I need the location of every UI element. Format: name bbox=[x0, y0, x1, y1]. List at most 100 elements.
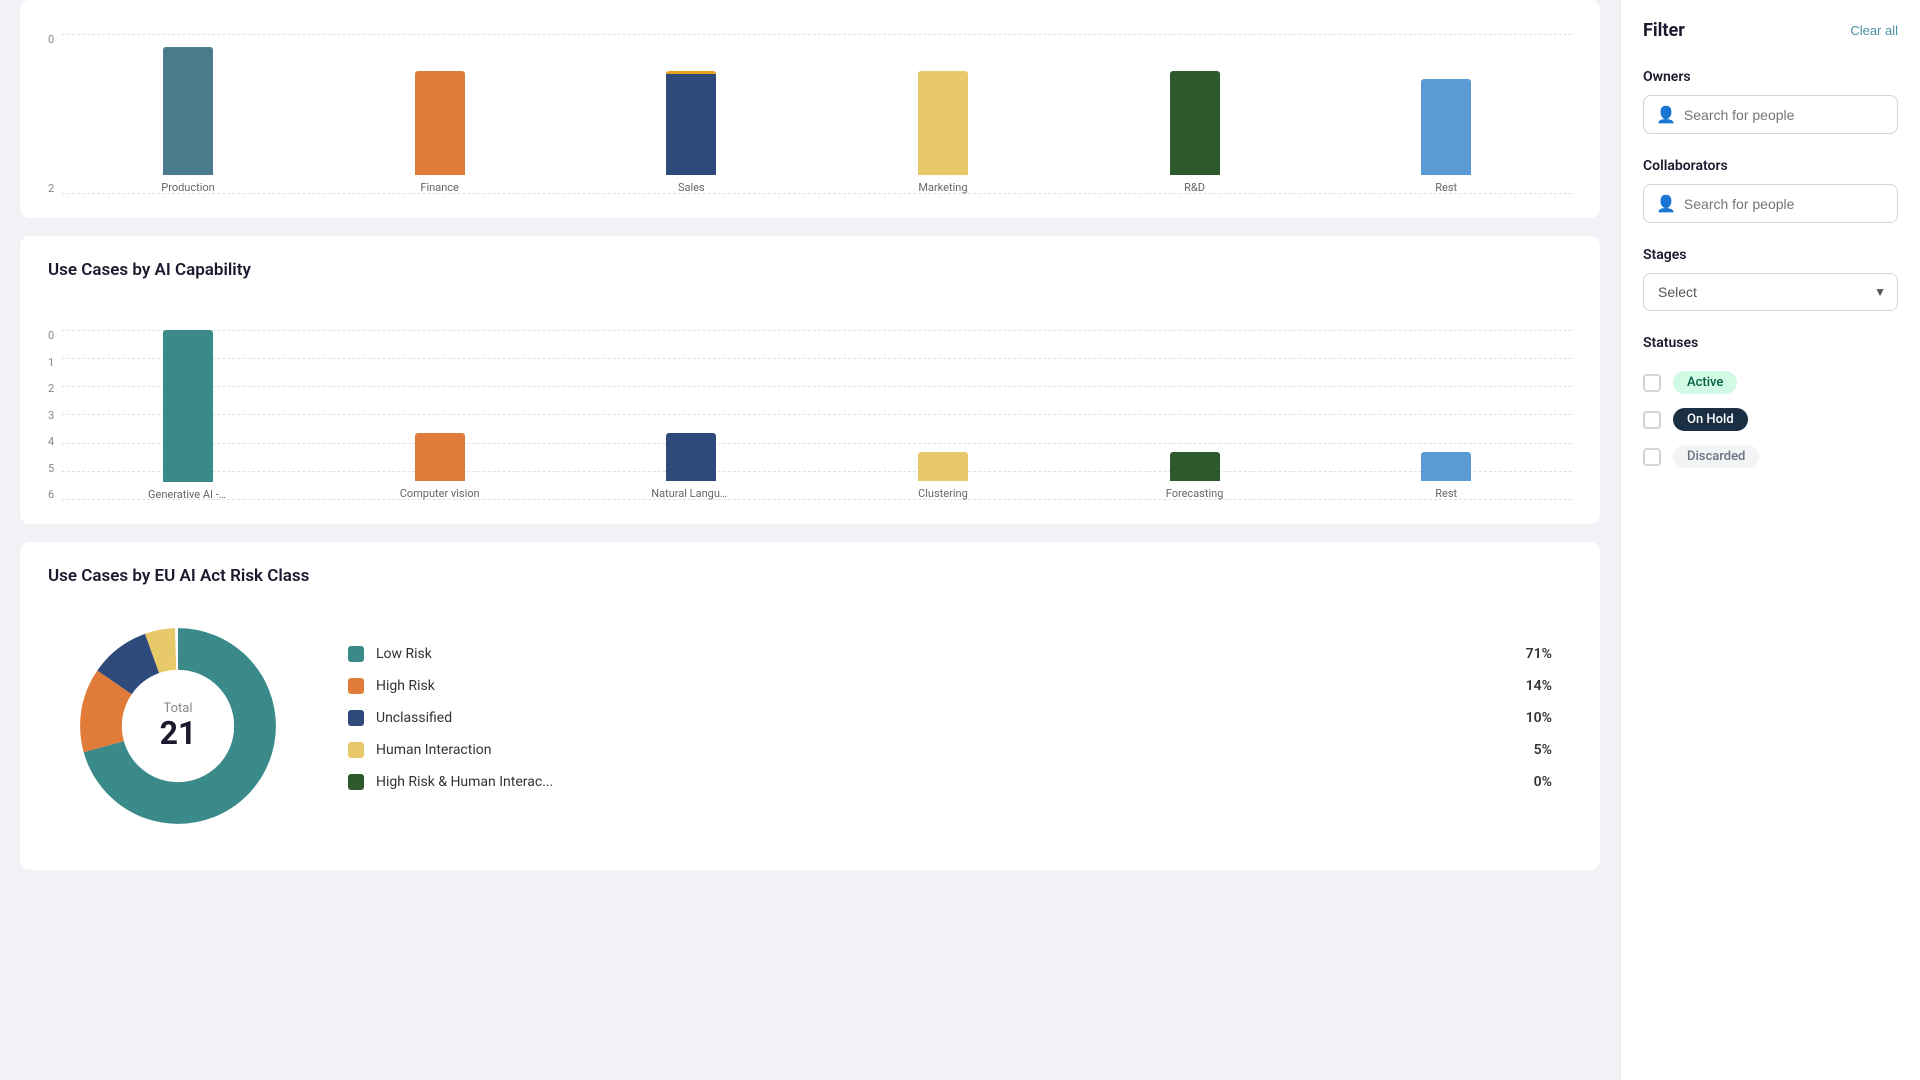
bar-group: Natural Language... bbox=[565, 330, 817, 500]
legend-pct: 10% bbox=[1516, 710, 1552, 726]
bar-group: Finance bbox=[314, 34, 566, 194]
bar-label: Sales bbox=[678, 181, 705, 194]
bar-group: Forecasting bbox=[1069, 330, 1321, 500]
y-label: 2 bbox=[48, 383, 54, 394]
bar-label: R&D bbox=[1184, 181, 1205, 194]
legend-dot-highrisk-human bbox=[348, 774, 364, 790]
department-y-axis: 2 0 bbox=[48, 34, 54, 194]
discarded-badge[interactable]: Discarded bbox=[1673, 445, 1759, 468]
active-badge[interactable]: Active bbox=[1673, 371, 1737, 394]
owners-search-input[interactable] bbox=[1684, 107, 1885, 123]
capability-bar-plot: Generative AI - T... Computer vision Nat… bbox=[62, 330, 1572, 500]
risk-chart-title: Use Cases by EU AI Act Risk Class bbox=[48, 566, 1572, 586]
risk-chart-card: Use Cases by EU AI Act Risk Class Total … bbox=[20, 542, 1600, 870]
y-label: 3 bbox=[48, 410, 54, 421]
legend-dot-highrisk bbox=[348, 678, 364, 694]
filter-header: Filter Clear all bbox=[1643, 20, 1898, 41]
status-item-onhold: On Hold bbox=[1643, 408, 1898, 431]
bar-group: Generative AI - T... bbox=[62, 330, 314, 500]
bar-nlp bbox=[666, 433, 716, 481]
y-label: 1 bbox=[48, 357, 54, 368]
bar-rest bbox=[1421, 79, 1471, 175]
bar-group: Rest bbox=[1320, 34, 1572, 194]
y-label: 0 bbox=[48, 34, 54, 45]
legend-name: Human Interaction bbox=[376, 742, 1504, 758]
stages-select[interactable]: Select Stage 1 Stage 2 bbox=[1643, 273, 1898, 311]
bar-label: Forecasting bbox=[1166, 487, 1224, 500]
bar-group: Marketing bbox=[817, 34, 1069, 194]
bar-production bbox=[163, 47, 213, 175]
risk-legend: Low Risk 71% High Risk 14% Unclassified … bbox=[348, 646, 1552, 806]
discarded-checkbox[interactable] bbox=[1643, 448, 1661, 466]
stages-select-wrapper: Select Stage 1 Stage 2 ▼ bbox=[1643, 273, 1898, 311]
bar-group: Computer vision bbox=[314, 330, 566, 500]
filter-panel: Filter Clear all Owners 👤 Collaborators … bbox=[1620, 0, 1920, 1080]
bar-sales bbox=[666, 71, 716, 175]
main-content: 2 0 Production Finance Sales bbox=[0, 0, 1620, 1080]
status-item-active: Active bbox=[1643, 371, 1898, 394]
bar-cv bbox=[415, 433, 465, 481]
department-chart-card: 2 0 Production Finance Sales bbox=[20, 0, 1600, 218]
legend-name: Low Risk bbox=[376, 646, 1504, 662]
owners-search-wrapper[interactable]: 👤 bbox=[1643, 95, 1898, 134]
bar-group: Clustering bbox=[817, 330, 1069, 500]
legend-row: High Risk 14% bbox=[348, 678, 1552, 694]
legend-row: Human Interaction 5% bbox=[348, 742, 1552, 758]
capability-chart-title: Use Cases by AI Capability bbox=[48, 260, 1572, 280]
person-icon: 👤 bbox=[1656, 105, 1676, 124]
bar-forecasting bbox=[1170, 452, 1220, 481]
onhold-checkbox[interactable] bbox=[1643, 411, 1661, 429]
onhold-badge[interactable]: On Hold bbox=[1673, 408, 1748, 431]
donut-total-number: 21 bbox=[160, 714, 197, 752]
person-icon: 👤 bbox=[1656, 194, 1676, 213]
y-label: 6 bbox=[48, 489, 54, 500]
bar-label: Marketing bbox=[918, 181, 967, 194]
bar-genai bbox=[163, 330, 213, 482]
legend-dot-unclassified bbox=[348, 710, 364, 726]
donut-section: Total 21 Low Risk 71% High Risk 14% Unc bbox=[48, 606, 1572, 846]
stages-label: Stages bbox=[1643, 247, 1898, 263]
legend-row: Low Risk 71% bbox=[348, 646, 1552, 662]
bar-label: Rest bbox=[1435, 487, 1457, 500]
y-label: 5 bbox=[48, 463, 54, 474]
y-label: 0 bbox=[48, 330, 54, 341]
legend-dot-lowrisk bbox=[348, 646, 364, 662]
legend-name: High Risk bbox=[376, 678, 1504, 694]
capability-bar-chart: 6 5 4 3 2 1 0 bbox=[48, 300, 1572, 500]
y-label: 2 bbox=[48, 183, 54, 194]
legend-pct: 14% bbox=[1516, 678, 1552, 694]
bar-group: Rest bbox=[1320, 330, 1572, 500]
owners-label: Owners bbox=[1643, 69, 1898, 85]
bar-label: Clustering bbox=[918, 487, 968, 500]
donut-chart: Total 21 bbox=[68, 616, 288, 836]
legend-row: Unclassified 10% bbox=[348, 710, 1552, 726]
legend-pct: 0% bbox=[1516, 774, 1552, 790]
department-bar-chart: 2 0 Production Finance Sales bbox=[48, 14, 1572, 194]
bar-group: R&D bbox=[1069, 34, 1321, 194]
legend-dot-human bbox=[348, 742, 364, 758]
legend-name: High Risk & Human Interac... bbox=[376, 774, 1504, 790]
filter-title: Filter bbox=[1643, 20, 1685, 41]
active-checkbox[interactable] bbox=[1643, 374, 1661, 392]
bar-finance bbox=[415, 71, 465, 175]
collaborators-search-input[interactable] bbox=[1684, 196, 1885, 212]
bar-clustering bbox=[918, 452, 968, 481]
legend-row: High Risk & Human Interac... 0% bbox=[348, 774, 1552, 790]
bar-rd bbox=[1170, 71, 1220, 175]
y-label: 4 bbox=[48, 436, 54, 447]
clear-all-button[interactable]: Clear all bbox=[1850, 23, 1898, 38]
bar-group: Sales bbox=[565, 34, 817, 194]
bar-label: Computer vision bbox=[400, 487, 480, 500]
bar-label: Generative AI - T... bbox=[148, 488, 228, 500]
capability-chart-card: Use Cases by AI Capability 6 5 4 3 2 1 0 bbox=[20, 236, 1600, 524]
bar-label: Natural Language... bbox=[651, 487, 731, 500]
capability-y-axis: 6 5 4 3 2 1 0 bbox=[48, 330, 54, 500]
collaborators-label: Collaborators bbox=[1643, 158, 1898, 174]
legend-pct: 71% bbox=[1516, 646, 1552, 662]
bar-label: Rest bbox=[1435, 181, 1457, 194]
bar-label: Finance bbox=[420, 181, 458, 194]
collaborators-search-wrapper[interactable]: 👤 bbox=[1643, 184, 1898, 223]
legend-pct: 5% bbox=[1516, 742, 1552, 758]
bar-group: Production bbox=[62, 34, 314, 194]
donut-center: Total 21 bbox=[160, 701, 197, 751]
